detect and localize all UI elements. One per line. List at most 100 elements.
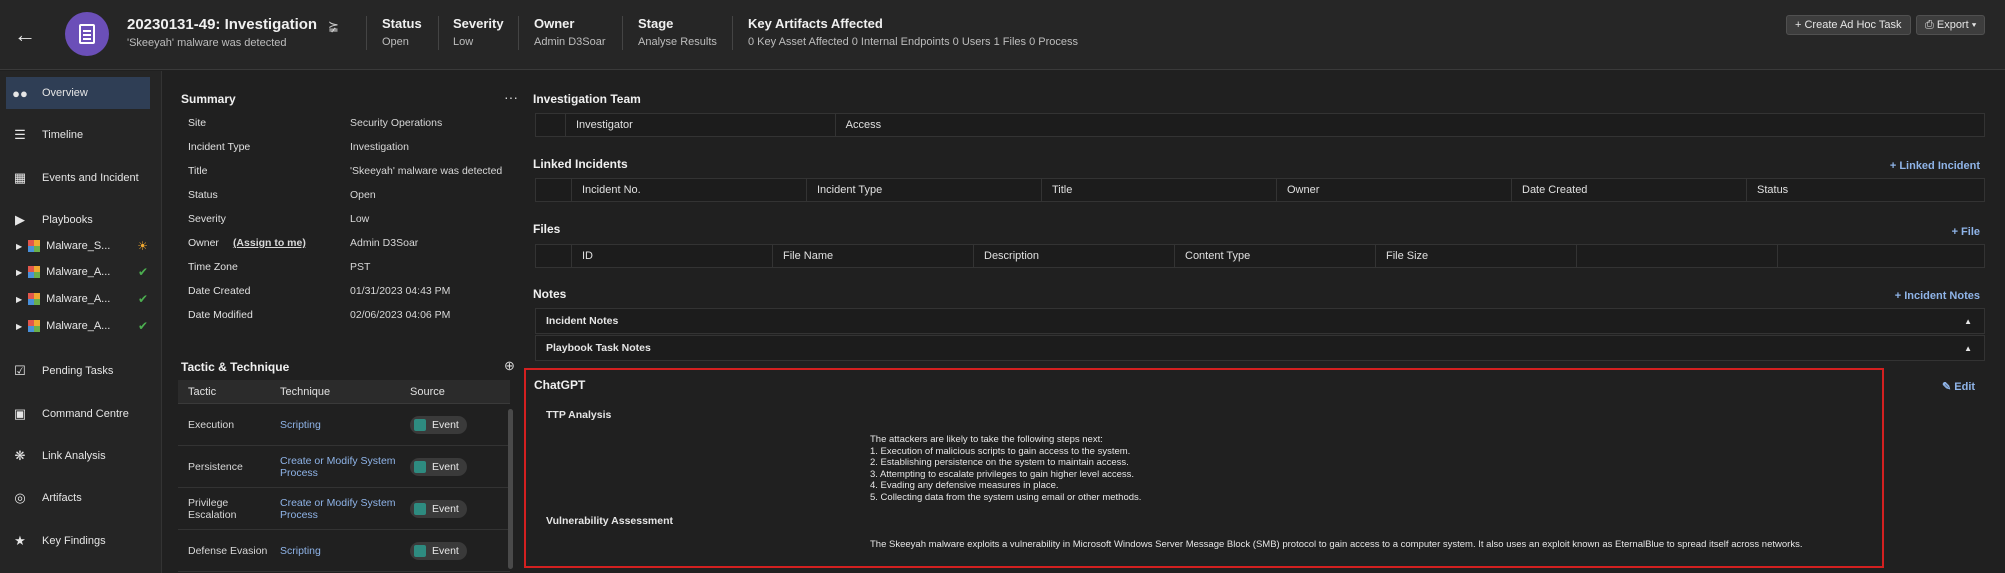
notes-label: Playbook Task Notes bbox=[546, 342, 651, 354]
summary-value: Security Operations bbox=[350, 117, 443, 129]
add-incident-notes-link[interactable]: + Incident Notes bbox=[1895, 290, 1980, 302]
summary-row: Date Modified 02/06/2023 04:06 PM bbox=[178, 303, 518, 327]
playbook-item[interactable]: ▶ Malware_A... ✔ bbox=[16, 262, 156, 282]
caret-right-icon: ▶ bbox=[16, 294, 23, 304]
summary-key: Date Created bbox=[188, 285, 251, 297]
stage-label: Stage bbox=[638, 16, 674, 31]
sidebar-item-command-centre[interactable]: ▣ Command Centre bbox=[6, 398, 150, 430]
playbook-grid-icon bbox=[28, 320, 41, 332]
summary-key: Site bbox=[188, 117, 207, 129]
summary-row: Status Open bbox=[178, 183, 518, 207]
event-label: Event bbox=[432, 502, 459, 515]
sidebar-item-key-findings[interactable]: ★ Key Findings bbox=[6, 525, 150, 557]
playbook-icon: ▶ bbox=[15, 212, 25, 227]
sidebar-item-link-analysis[interactable]: ❋ Link Analysis bbox=[6, 440, 150, 472]
pencil-icon: ✎ bbox=[1942, 381, 1955, 393]
caret-right-icon: ▶ bbox=[16, 267, 23, 277]
sidebar-item-timeline[interactable]: ☰ Timeline bbox=[6, 119, 150, 151]
playbook-item[interactable]: ▶ Malware_A... ✔ bbox=[16, 289, 156, 309]
check-icon: ✔ bbox=[137, 292, 148, 306]
divider bbox=[732, 16, 733, 50]
summary-value: Investigation bbox=[350, 141, 409, 153]
playbook-item[interactable]: ▶ Malware_A... ✔ bbox=[16, 316, 156, 336]
column-header: Incident Type bbox=[807, 179, 1042, 201]
check-icon: ✔ bbox=[137, 265, 148, 279]
event-badge[interactable]: Event bbox=[410, 499, 467, 518]
technique-link[interactable]: Create or Modify System Process bbox=[270, 455, 402, 479]
event-badge[interactable]: Event bbox=[410, 541, 467, 560]
technique-link[interactable]: Scripting bbox=[270, 545, 402, 557]
ttp-analysis-text: The attackers are likely to take the fol… bbox=[870, 434, 1142, 503]
summary-table: Site Security Operations Incident Type Inv… bbox=[178, 111, 518, 327]
tactic-cell: Execution bbox=[188, 418, 235, 431]
case-icon bbox=[65, 12, 109, 56]
edit-button[interactable]: ✎ Edit bbox=[1942, 380, 1975, 393]
playbook-task-notes-bar[interactable]: Playbook Task Notes ▲ bbox=[535, 335, 1985, 361]
sidebar-item-pending-tasks[interactable]: ☑ Pending Tasks bbox=[6, 355, 150, 387]
add-linked-incident-link[interactable]: + Linked Incident bbox=[1890, 160, 1980, 172]
incident-notes-bar[interactable]: Incident Notes ▲ bbox=[535, 308, 1985, 334]
sidebar-item-events[interactable]: ▦ Events and Incident bbox=[6, 162, 150, 194]
spacer bbox=[536, 245, 572, 267]
summary-value: 01/31/2023 04:43 PM bbox=[350, 285, 451, 297]
calendar-icon: ▦ bbox=[13, 170, 27, 185]
summary-row: Severity Low bbox=[178, 207, 518, 231]
caret-up-icon: ▲ bbox=[1964, 316, 1972, 326]
summary-row: Time Zone PST bbox=[178, 255, 518, 279]
check-icon: ✔ bbox=[137, 319, 148, 333]
assign-to-me-link[interactable]: (Assign to me) bbox=[233, 237, 306, 249]
owner-key: Owner bbox=[188, 237, 219, 249]
status-label: Status bbox=[382, 16, 422, 31]
summary-row: Date Created 01/31/2023 04:43 PM bbox=[178, 279, 518, 303]
summary-value: Open bbox=[350, 189, 376, 201]
team-title: Investigation Team bbox=[533, 92, 641, 106]
sidebar-item-artifacts[interactable]: ◎ Artifacts bbox=[6, 482, 150, 514]
source-cell: Event bbox=[402, 457, 502, 476]
sidebar-label: Artifacts bbox=[42, 492, 82, 504]
column-header: Investigator bbox=[566, 114, 836, 136]
divider bbox=[366, 16, 367, 50]
vulnerability-title: Vulnerability Assessment bbox=[546, 515, 674, 527]
summary-key: Incident Type bbox=[188, 141, 251, 153]
sidebar-label: Key Findings bbox=[42, 535, 106, 547]
event-label: Event bbox=[432, 460, 459, 473]
summary-value: 'Skeeyah' malware was detected bbox=[350, 165, 503, 177]
add-circle-icon[interactable]: ⊕ bbox=[504, 358, 515, 374]
summary-value: Low bbox=[350, 213, 370, 225]
sidebar-label: Link Analysis bbox=[42, 450, 106, 462]
summary-value: Admin D3Soar bbox=[350, 237, 419, 249]
source-cell: Event bbox=[402, 541, 502, 560]
summary-key: Title bbox=[188, 165, 208, 177]
status-value: Open bbox=[382, 36, 409, 48]
spacer bbox=[1577, 245, 1778, 267]
playbook-item[interactable]: ▶ Malware_S... ☀ bbox=[16, 236, 156, 256]
technique-link[interactable]: Create or Modify System Process bbox=[270, 497, 402, 521]
scrollbar[interactable] bbox=[508, 409, 513, 569]
technique-link[interactable]: Scripting bbox=[270, 419, 402, 431]
share-icon[interactable]: ⪶ bbox=[328, 18, 339, 34]
summary-row: Site Security Operations bbox=[178, 111, 518, 135]
column-header: Owner bbox=[1277, 179, 1512, 201]
divider bbox=[518, 16, 519, 50]
sidebar-item-overview[interactable]: ●● Overview bbox=[6, 77, 150, 109]
tactic-table: Tactic Technique Source Execution Script… bbox=[178, 380, 510, 572]
notes-label: Incident Notes bbox=[546, 315, 619, 327]
summary-key: Date Modified bbox=[188, 309, 253, 321]
event-label: Event bbox=[432, 544, 459, 557]
create-task-button[interactable]: + Create Ad Hoc Task bbox=[1786, 15, 1911, 35]
export-button[interactable]: ⎙ Export ▾ bbox=[1916, 15, 1986, 35]
column-header: Date Created bbox=[1512, 179, 1747, 201]
summary-row: Owner (Assign to me) Admin D3Soar bbox=[178, 231, 518, 255]
sidebar-label: Pending Tasks bbox=[42, 365, 114, 377]
stage-value: Analyse Results bbox=[638, 36, 717, 48]
event-badge[interactable]: Event bbox=[410, 415, 467, 434]
sidebar-item-playbooks[interactable]: ▶ Playbooks bbox=[6, 204, 150, 236]
source-cell: Event bbox=[402, 499, 502, 518]
summary-row: Incident Type Investigation bbox=[178, 135, 518, 159]
playbook-grid-icon bbox=[28, 293, 41, 305]
arrow-left-icon[interactable]: ← bbox=[14, 22, 36, 48]
tactic-table-header: Tactic Technique Source bbox=[178, 380, 510, 404]
more-menu-icon[interactable]: ··· bbox=[504, 89, 518, 105]
add-file-link[interactable]: + File bbox=[1952, 226, 1980, 238]
event-badge[interactable]: Event bbox=[410, 457, 467, 476]
